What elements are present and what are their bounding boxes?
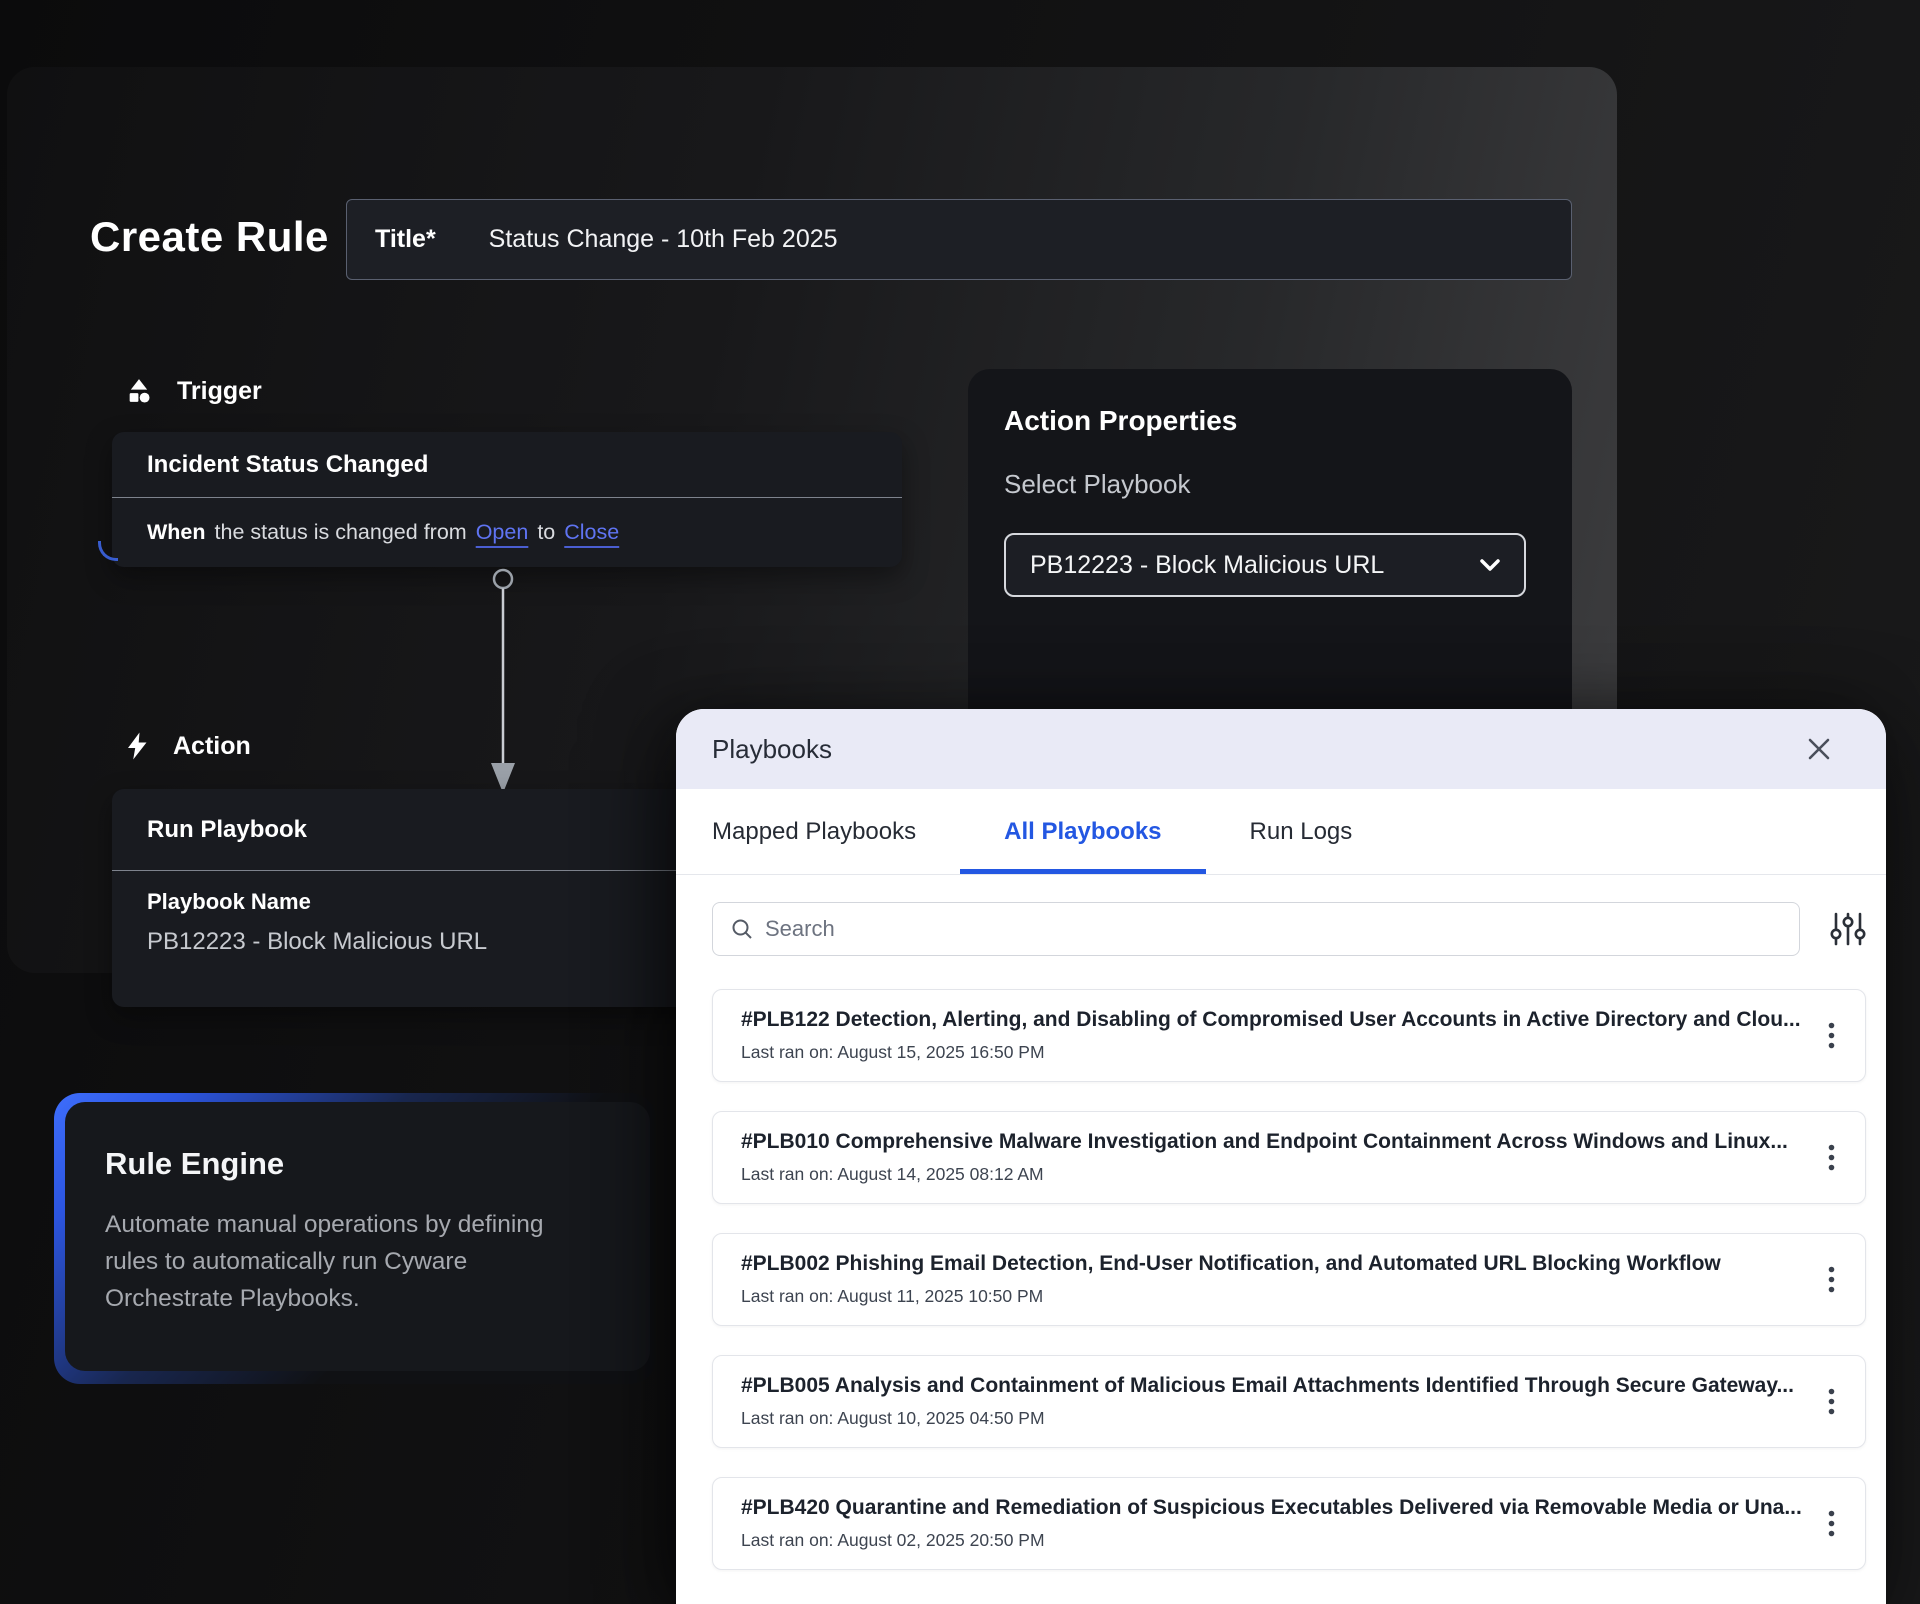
playbook-item-last-ran: Last ran on: August 11, 2025 10:50 PM: [741, 1286, 1721, 1307]
item-menu-button[interactable]: [1822, 1382, 1841, 1421]
rule-title-field[interactable]: Title* Status Change - 10th Feb 2025: [346, 199, 1572, 280]
condition-to-word: to: [537, 520, 555, 545]
playbook-item-last-ran: Last ran on: August 10, 2025 04:50 PM: [741, 1408, 1794, 1429]
condition-when: When: [147, 520, 206, 545]
item-menu-button[interactable]: [1822, 1016, 1841, 1055]
trigger-card-title: Incident Status Changed: [112, 432, 902, 497]
playbook-item-title: #PLB010 Comprehensive Malware Investigat…: [741, 1130, 1788, 1154]
x-icon: [1806, 736, 1832, 762]
playbook-dropdown-value: PB12223 - Block Malicious URL: [1030, 551, 1384, 580]
tab-run-logs[interactable]: Run Logs: [1206, 789, 1397, 874]
chevron-down-icon: [1478, 557, 1502, 573]
kebab-icon: [1828, 1144, 1835, 1171]
rule-engine-card: Rule Engine Automate manual operations b…: [54, 1093, 656, 1384]
condition-text: the status is changed from: [215, 520, 467, 545]
tab-mapped-playbooks[interactable]: Mapped Playbooks: [712, 789, 960, 874]
trigger-card[interactable]: Incident Status Changed When the status …: [112, 432, 902, 567]
item-menu-button[interactable]: [1822, 1138, 1841, 1177]
lightning-bolt-icon: [125, 731, 149, 761]
page-title: Create Rule: [90, 213, 329, 261]
search-icon: [731, 918, 753, 940]
search-input[interactable]: [765, 916, 1781, 942]
trigger-section-label: Trigger: [177, 377, 262, 406]
playbook-item-last-ran: Last ran on: August 15, 2025 16:50 PM: [741, 1042, 1801, 1063]
card-corner-accent: [98, 541, 118, 561]
playbook-list-item[interactable]: #PLB122 Detection, Alerting, and Disabli…: [712, 989, 1866, 1082]
item-menu-button[interactable]: [1822, 1504, 1841, 1543]
playbook-item-title: #PLB420 Quarantine and Remediation of Su…: [741, 1496, 1802, 1520]
select-playbook-label: Select Playbook: [1004, 467, 1536, 501]
playbooks-modal-header: Playbooks: [676, 709, 1886, 789]
tab-all-playbooks[interactable]: All Playbooks: [960, 789, 1205, 874]
playbook-dropdown[interactable]: PB12223 - Block Malicious URL: [1004, 533, 1526, 597]
status-to-link[interactable]: Close: [564, 520, 619, 545]
rule-title-label: Title*: [375, 225, 436, 254]
action-section-header: Action: [125, 731, 251, 761]
arrow-down-connector: [479, 565, 527, 797]
playbooks-modal-title: Playbooks: [712, 734, 832, 765]
playbook-item-title: #PLB005 Analysis and Containment of Mali…: [741, 1374, 1794, 1398]
kebab-icon: [1828, 1266, 1835, 1293]
rule-title-value: Status Change - 10th Feb 2025: [489, 225, 838, 254]
shapes-icon: [125, 378, 153, 406]
playbooks-tabs: Mapped Playbooks All Playbooks Run Logs: [676, 789, 1886, 875]
trigger-section-header: Trigger: [125, 377, 262, 406]
playbook-list-item[interactable]: #PLB420 Quarantine and Remediation of Su…: [712, 1477, 1866, 1570]
playbook-item-title: #PLB122 Detection, Alerting, and Disabli…: [741, 1008, 1801, 1032]
close-button[interactable]: [1806, 736, 1832, 762]
trigger-condition: When the status is changed from Open to …: [112, 498, 902, 566]
playbook-item-title: #PLB002 Phishing Email Detection, End-Us…: [741, 1252, 1721, 1276]
action-properties-title: Action Properties: [1004, 403, 1536, 439]
status-from-link[interactable]: Open: [476, 520, 529, 545]
kebab-icon: [1828, 1388, 1835, 1415]
kebab-icon: [1828, 1510, 1835, 1537]
kebab-icon: [1828, 1022, 1835, 1049]
rule-engine-description: Automate manual operations by defining r…: [105, 1206, 593, 1317]
playbook-list: #PLB122 Detection, Alerting, and Disabli…: [712, 989, 1866, 1570]
playbooks-modal: Playbooks Mapped Playbooks All Playbooks…: [676, 709, 1886, 1604]
playbook-list-item[interactable]: #PLB002 Phishing Email Detection, End-Us…: [712, 1233, 1866, 1326]
item-menu-button[interactable]: [1822, 1260, 1841, 1299]
sliders-icon: [1830, 912, 1866, 946]
playbook-item-last-ran: Last ran on: August 02, 2025 20:50 PM: [741, 1530, 1802, 1551]
rule-engine-title: Rule Engine: [105, 1146, 610, 1182]
playbook-list-item[interactable]: #PLB005 Analysis and Containment of Mali…: [712, 1355, 1866, 1448]
action-section-label: Action: [173, 732, 251, 761]
search-box[interactable]: [712, 902, 1800, 956]
playbook-list-item[interactable]: #PLB010 Comprehensive Malware Investigat…: [712, 1111, 1866, 1204]
filter-button[interactable]: [1830, 912, 1866, 946]
playbook-item-last-ran: Last ran on: August 14, 2025 08:12 AM: [741, 1164, 1788, 1185]
